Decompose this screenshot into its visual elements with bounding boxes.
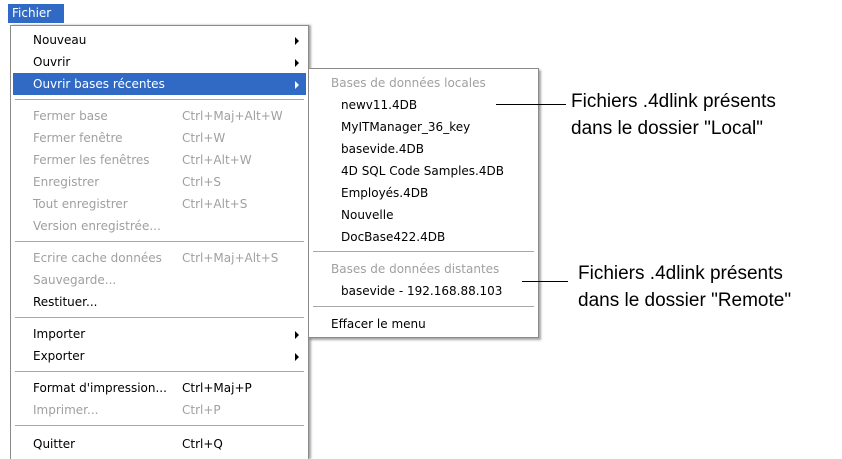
submenu-arrow-icon: [295, 37, 299, 45]
section-header-label: Bases de données distantes: [331, 262, 500, 276]
menu-item-label: Version enregistrée...: [33, 219, 161, 233]
recent-item-label: newv11.4DB: [341, 98, 418, 112]
menu-item-close-windows[interactable]: Fermer les fenêtres Ctrl+Alt+W: [13, 149, 306, 171]
local-databases-header: Bases de données locales: [311, 72, 536, 94]
recent-remote-item[interactable]: basevide - 192.168.88.103: [311, 280, 536, 302]
menu-item-restore[interactable]: Restituer...: [13, 291, 306, 313]
menu-item-saved-version[interactable]: Version enregistrée...: [13, 215, 306, 237]
menu-item-shortcut: Ctrl+Maj+Alt+W: [182, 109, 283, 123]
menu-item-label: Quitter: [33, 437, 76, 451]
recent-item-label: MyITManager_36_key: [341, 120, 471, 134]
remote-databases-header: Bases de données distantes: [311, 258, 536, 280]
menu-item-label: Tout enregistrer: [33, 197, 128, 211]
recent-local-item[interactable]: Nouvelle: [311, 204, 536, 226]
menu-item-label: Fermer les fenêtres: [33, 153, 150, 167]
menu-item-label: Fermer fenêtre: [33, 131, 123, 145]
menu-item-label: Imprimer...: [33, 403, 99, 417]
menu-item-quit[interactable]: Quitter Ctrl+Q: [13, 433, 306, 455]
annotation-remote-line2: dans le dossier "Remote": [578, 290, 792, 311]
menu-item-label: Enregistrer: [33, 175, 100, 189]
section-header-label: Bases de données locales: [331, 76, 486, 90]
menu-separator: [313, 251, 534, 252]
menu-separator: [15, 241, 304, 242]
recent-item-label: Employés.4DB: [341, 186, 429, 200]
menu-item-open[interactable]: Ouvrir: [13, 51, 306, 73]
menu-item-label: Exporter: [33, 349, 85, 363]
recent-local-item[interactable]: DocBase422.4DB: [311, 226, 536, 248]
recent-local-item[interactable]: basevide.4DB: [311, 138, 536, 160]
recent-local-item[interactable]: newv11.4DB: [311, 94, 536, 116]
menu-separator: [313, 306, 534, 307]
menu-item-label: Format d'impression...: [33, 381, 167, 395]
menu-item-backup[interactable]: Sauvegarde...: [13, 269, 306, 291]
menu-item-close-window[interactable]: Fermer fenêtre Ctrl+W: [13, 127, 306, 149]
menu-item-label: Ouvrir bases récentes: [33, 77, 165, 91]
menu-item-shortcut: Ctrl+W: [182, 131, 226, 145]
menu-item-label: Importer: [33, 327, 86, 341]
menu-item-save-all[interactable]: Tout enregistrer Ctrl+Alt+S: [13, 193, 306, 215]
recent-item-label: 4D SQL Code Samples.4DB: [341, 164, 504, 178]
menu-separator: [15, 425, 304, 426]
menu-item-print-format[interactable]: Format d'impression... Ctrl+Maj+P: [13, 377, 306, 399]
recent-local-item[interactable]: MyITManager_36_key: [311, 116, 536, 138]
menu-item-shortcut: Ctrl+Maj+P: [182, 381, 252, 395]
submenu-arrow-icon: [295, 59, 299, 67]
submenu-arrow-icon: [295, 353, 299, 361]
menu-item-new[interactable]: Nouveau: [13, 29, 306, 51]
recent-databases-submenu: Bases de données locales newv11.4DB MyIT…: [308, 68, 539, 338]
submenu-arrow-icon: [295, 331, 299, 339]
annotation-local-line1: Fichiers .4dlink présents: [571, 91, 776, 112]
menu-item-label: Effacer le menu: [331, 317, 426, 331]
menu-item-print[interactable]: Imprimer... Ctrl+P: [13, 399, 306, 421]
menu-item-shortcut: Ctrl+Alt+W: [182, 153, 252, 167]
menu-item-open-recent[interactable]: Ouvrir bases récentes: [13, 73, 306, 95]
recent-item-label: basevide - 192.168.88.103: [341, 284, 503, 298]
menu-separator: [15, 99, 304, 100]
recent-local-item[interactable]: 4D SQL Code Samples.4DB: [311, 160, 536, 182]
file-menu: Nouveau Ouvrir Ouvrir bases récentes Fer…: [10, 25, 309, 459]
recent-item-label: DocBase422.4DB: [341, 230, 446, 244]
menu-item-shortcut: Ctrl+Alt+S: [182, 197, 248, 211]
annotation-line-remote: [522, 281, 568, 282]
menu-item-label: Nouveau: [33, 33, 87, 47]
annotation-remote-line1: Fichiers .4dlink présents: [578, 263, 783, 284]
menu-separator: [15, 317, 304, 318]
annotation-line-local: [496, 104, 566, 105]
menu-item-label: Ouvrir: [33, 55, 71, 69]
menu-item-shortcut: Ctrl+Maj+Alt+S: [182, 251, 279, 265]
menu-item-label: Sauvegarde...: [33, 273, 117, 287]
menu-item-close-base[interactable]: Fermer base Ctrl+Maj+Alt+W: [13, 105, 306, 127]
menu-item-shortcut: Ctrl+S: [182, 175, 222, 189]
menu-item-label: Fermer base: [33, 109, 108, 123]
recent-local-item[interactable]: Employés.4DB: [311, 182, 536, 204]
recent-item-label: Nouvelle: [341, 208, 394, 222]
menu-item-shortcut: Ctrl+P: [182, 403, 221, 417]
menu-item-shortcut: Ctrl+Q: [182, 437, 223, 451]
menu-item-label: Ecrire cache données: [33, 251, 162, 265]
menubar-file[interactable]: Fichier: [8, 4, 64, 23]
menu-item-import[interactable]: Importer: [13, 323, 306, 345]
menu-item-write-cache[interactable]: Ecrire cache données Ctrl+Maj+Alt+S: [13, 247, 306, 269]
menu-item-export[interactable]: Exporter: [13, 345, 306, 367]
menu-item-save[interactable]: Enregistrer Ctrl+S: [13, 171, 306, 193]
clear-menu-item[interactable]: Effacer le menu: [311, 313, 536, 335]
annotation-local-line2: dans le dossier "Local": [571, 118, 763, 139]
submenu-arrow-icon: [295, 81, 299, 89]
recent-item-label: basevide.4DB: [341, 142, 424, 156]
menu-separator: [15, 371, 304, 372]
menu-item-label: Restituer...: [33, 295, 98, 309]
